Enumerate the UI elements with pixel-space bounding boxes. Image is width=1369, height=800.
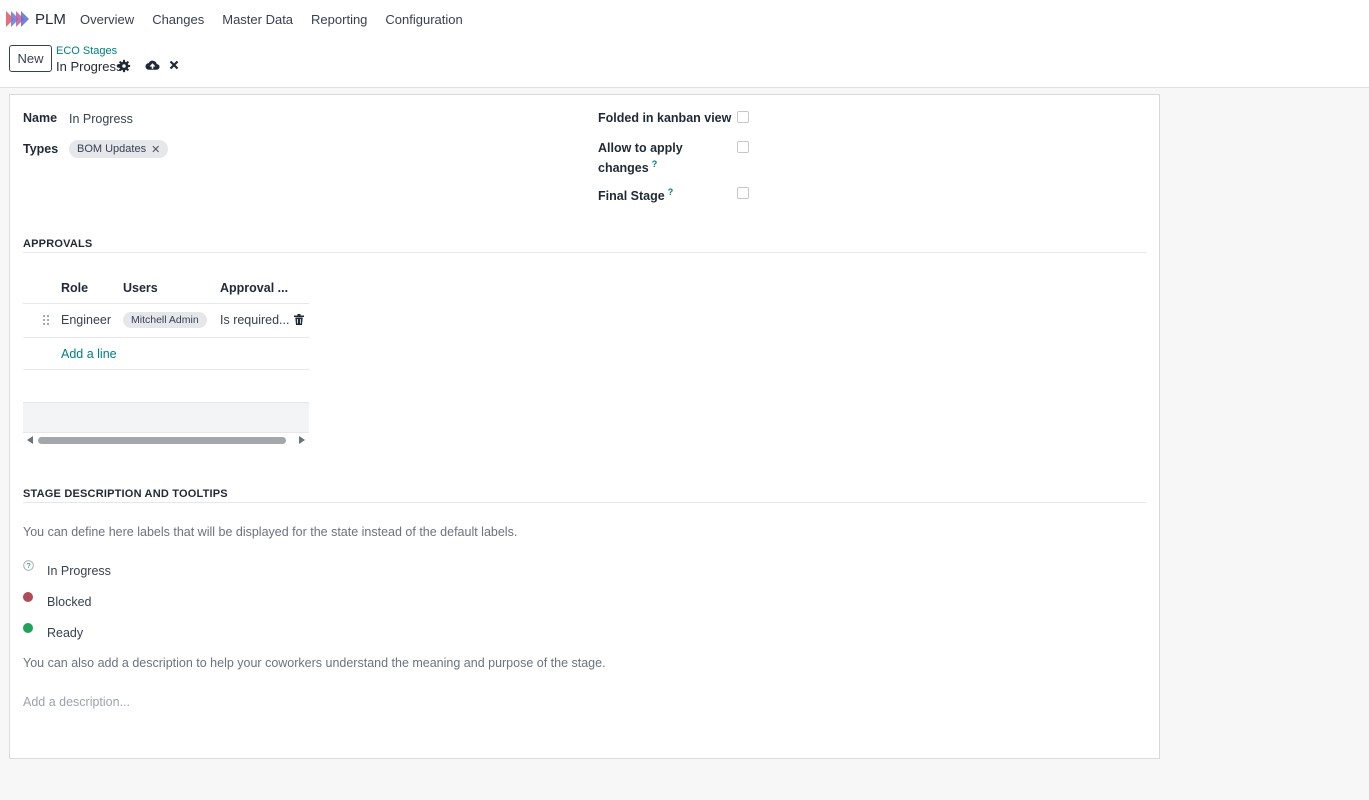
menu-reporting[interactable]: Reporting [311, 12, 367, 27]
breadcrumb-current: In Progress [56, 59, 123, 74]
folded-checkbox[interactable] [737, 111, 749, 123]
cell-approval[interactable]: Is required... [220, 313, 289, 327]
stage-description-divider [23, 502, 1146, 503]
close-icon[interactable] [169, 60, 179, 70]
stage-description-section-title: STAGE DESCRIPTION AND TOOLTIPS [23, 488, 228, 500]
trash-icon[interactable] [294, 314, 304, 325]
final-stage-checkbox[interactable] [737, 187, 749, 199]
allow-changes-label-text: changes [598, 161, 649, 176]
name-field[interactable]: In Progress [69, 112, 133, 126]
final-stage-label: Final Stage? [598, 187, 673, 203]
column-header-role[interactable]: Role [61, 281, 88, 295]
folded-label: Folded in kanban view [598, 111, 732, 125]
state-label-in-progress[interactable]: In Progress [47, 564, 111, 578]
svg-text:?: ? [26, 561, 30, 570]
stage-description-intro: You can define here labels that will be … [23, 525, 518, 539]
types-label: Types [23, 142, 59, 156]
gear-icon[interactable] [117, 59, 131, 73]
approvals-section-title: APPROVALS [23, 238, 93, 250]
menu-configuration[interactable]: Configuration [385, 12, 462, 27]
approvals-divider [23, 252, 1146, 253]
ready-dot-icon[interactable] [23, 623, 33, 633]
new-button[interactable]: New [9, 45, 52, 72]
question-circle-icon[interactable]: ? [23, 560, 34, 571]
name-label: Name [23, 111, 58, 125]
approvals-table: Role Users Approval ... Engineer Mitchel… [23, 272, 309, 447]
allow-changes-label-line1: Allow to apply [598, 141, 683, 155]
menu-overview[interactable]: Overview [80, 12, 134, 27]
stage-description-help: You can also add a description to help y… [23, 656, 606, 670]
main-menu: Overview Changes Master Data Reporting C… [80, 12, 481, 27]
horizontal-scrollbar[interactable] [23, 434, 309, 446]
cloud-upload-icon[interactable] [145, 58, 160, 72]
menu-changes[interactable]: Changes [152, 12, 204, 27]
row-divider [23, 369, 309, 370]
allow-changes-label-line2: changes? [598, 159, 657, 175]
scroll-right-icon[interactable] [299, 436, 305, 444]
row-divider [23, 337, 309, 338]
header-divider [23, 303, 309, 304]
add-a-line-link[interactable]: Add a line [61, 347, 117, 361]
user-tag[interactable]: Mitchell Admin [123, 312, 207, 328]
top-navbar: PLM Overview Changes Master Data Reporti… [0, 0, 1369, 38]
table-footer [23, 402, 309, 433]
allow-changes-help-icon[interactable]: ? [652, 159, 658, 169]
final-stage-label-text: Final Stage [598, 189, 665, 204]
description-editor[interactable]: Add a description... [23, 695, 130, 709]
final-stage-help-icon[interactable]: ? [668, 187, 674, 197]
column-header-users[interactable]: Users [123, 281, 158, 295]
types-tag[interactable]: BOM Updates ✕ [69, 140, 169, 158]
breadcrumb-eco-stages[interactable]: ECO Stages [56, 45, 117, 57]
menu-master-data[interactable]: Master Data [222, 12, 293, 27]
state-label-ready[interactable]: Ready [47, 626, 83, 640]
types-tag-label: BOM Updates [77, 143, 147, 155]
tag-remove-icon[interactable]: ✕ [151, 143, 160, 156]
column-header-approval[interactable]: Approval ... [220, 281, 288, 295]
control-panel: New ECO Stages In Progress [0, 38, 1369, 88]
scroll-thumb[interactable] [38, 437, 286, 444]
state-label-blocked[interactable]: Blocked [47, 595, 91, 609]
scroll-left-icon[interactable] [27, 436, 33, 444]
app-name[interactable]: PLM [35, 11, 66, 28]
plm-logo-icon[interactable] [6, 11, 30, 27]
user-tag-label: Mitchell Admin [131, 314, 199, 326]
blocked-dot-icon[interactable] [23, 592, 33, 602]
drag-handle-icon[interactable] [42, 314, 50, 326]
allow-changes-checkbox[interactable] [737, 141, 749, 153]
cell-role[interactable]: Engineer [61, 313, 111, 327]
